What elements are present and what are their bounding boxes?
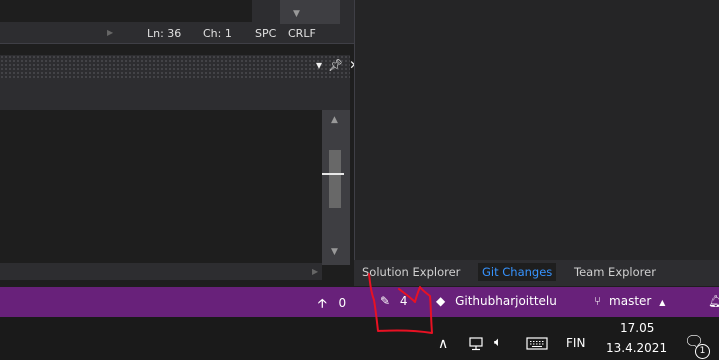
line-indicator[interactable]: Ln: 36 <box>147 27 181 40</box>
line-ending-indicator[interactable]: CRLF <box>288 27 316 40</box>
chevron-up-icon: ▲ <box>659 298 666 307</box>
branch-indicator[interactable]: ⑂ master ▲ <box>594 294 665 308</box>
scroll-up-icon[interactable]: ▲ <box>331 115 338 125</box>
repository-indicator[interactable]: ◆ Githubharjoittelu <box>436 294 557 308</box>
tool-pane-header[interactable] <box>0 55 350 80</box>
pencil-icon: ✎︎ <box>380 294 391 308</box>
arrow-up-icon: 🡡︎ <box>318 296 327 310</box>
editor-scrollbar[interactable] <box>280 0 340 24</box>
scroll-right-icon[interactable]: ▶ <box>312 267 318 276</box>
pending-changes-indicator[interactable]: ✎︎ 4 <box>380 294 408 308</box>
indent-indicator[interactable]: SPC <box>255 27 276 40</box>
branch-icon: ⑂ <box>594 294 602 308</box>
input-language[interactable]: FIN <box>566 336 585 350</box>
horizontal-scrollbar[interactable] <box>0 263 322 280</box>
git-diamond-icon: ◆ <box>436 294 446 308</box>
clock-time[interactable]: 17.05 <box>620 321 654 335</box>
keyboard-icon[interactable] <box>526 337 548 350</box>
branch-name: master <box>609 294 652 308</box>
tool-pane-body[interactable] <box>0 110 322 263</box>
pin-icon[interactable]: 📌︎ <box>328 58 343 72</box>
show-hidden-icons-chevron-icon[interactable]: ∧ <box>438 336 448 352</box>
git-changes-panel <box>354 0 719 260</box>
notification-count-badge: 1 <box>695 344 710 359</box>
tab-git-changes[interactable]: Git Changes <box>478 263 557 281</box>
column-indicator[interactable]: Ch: 1 <box>203 27 232 40</box>
tab-team-explorer[interactable]: Team Explorer <box>570 263 660 281</box>
repository-name: Githubharjoittelu <box>455 294 557 308</box>
clock-date[interactable]: 13.4.2021 <box>606 341 667 355</box>
pane-dropdown-icon[interactable]: ▾ <box>316 58 322 72</box>
unpushed-commits-indicator[interactable]: 🡡︎ 0 <box>318 294 346 315</box>
speaker-icon[interactable]: 🔈︎ <box>494 335 502 350</box>
scroll-position-marker <box>322 173 344 175</box>
network-icon[interactable] <box>468 336 488 352</box>
pending-changes-count: 4 <box>399 294 408 308</box>
tab-solution-explorer[interactable]: Solution Explorer <box>358 263 464 281</box>
scroll-right-icon[interactable]: ▶ <box>107 28 113 37</box>
notification-bell-icon[interactable]: 🔔︎ <box>708 294 719 308</box>
scroll-down-icon[interactable]: ▼ <box>331 247 338 257</box>
editor-text-area[interactable] <box>0 0 252 22</box>
tool-pane-toolbar <box>0 80 350 110</box>
dropdown-arrow-icon[interactable]: ▼ <box>293 9 300 19</box>
unpushed-count: 0 <box>338 296 347 310</box>
scrollbar-thumb[interactable] <box>329 150 341 208</box>
